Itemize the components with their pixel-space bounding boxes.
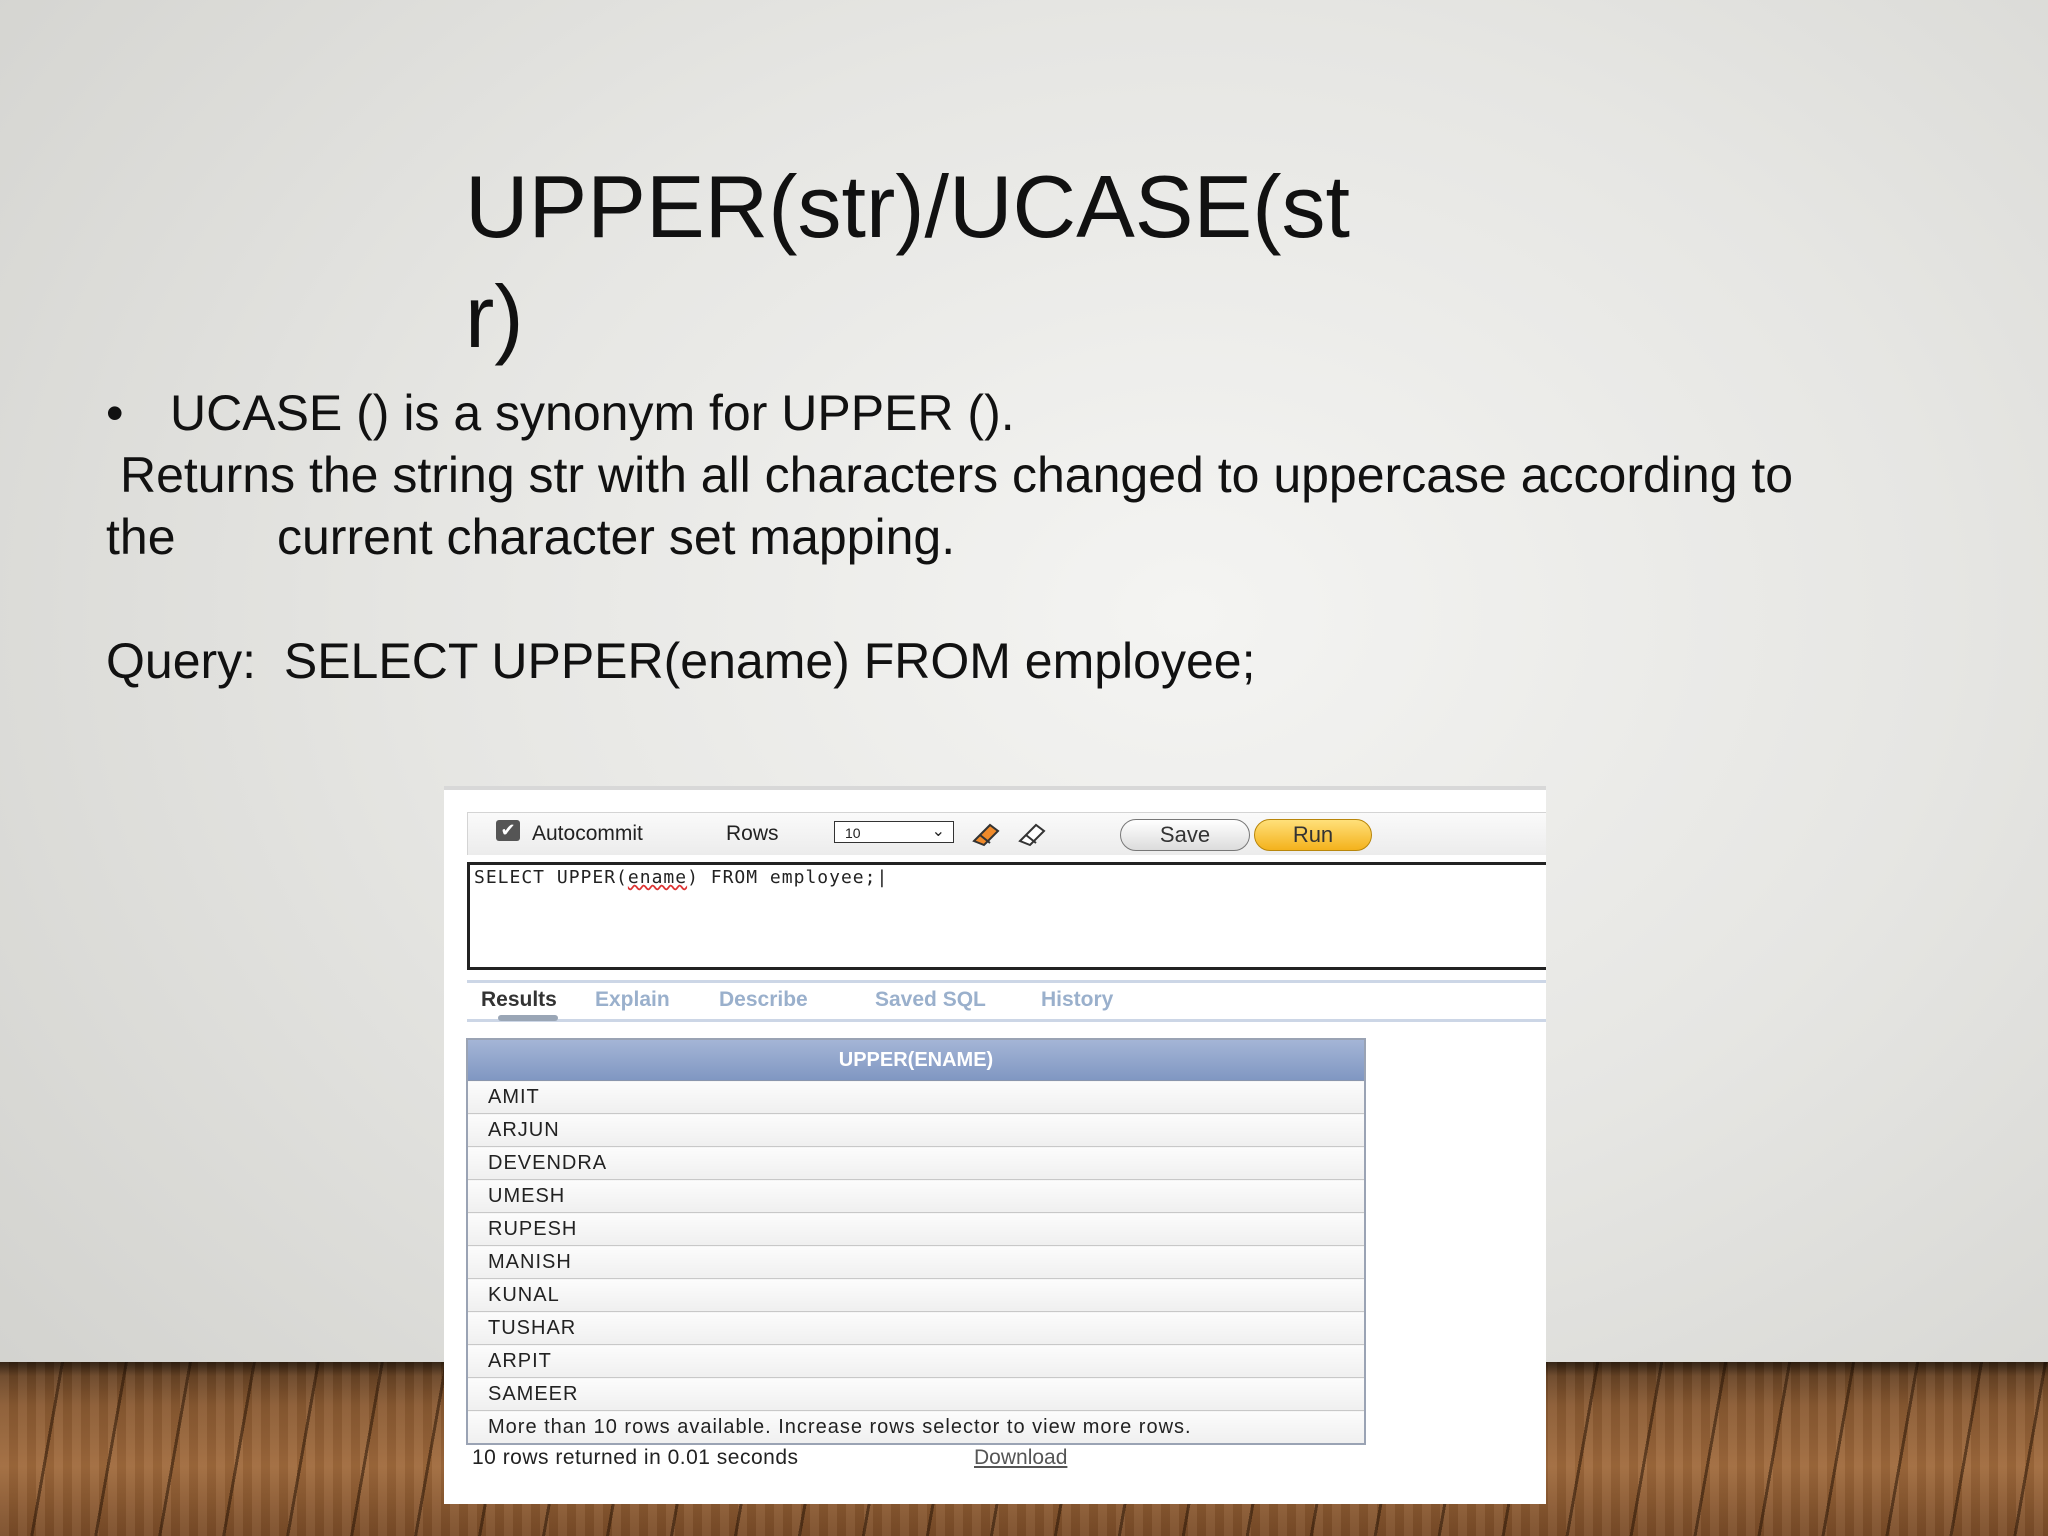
sql-editor[interactable]: SELECT UPPER(ename) FROM employee;| xyxy=(467,862,1546,970)
query-label: Query: xyxy=(106,633,257,689)
table-row: TUSHAR xyxy=(467,1311,1365,1345)
rows-select[interactable]: 10 ⌄ xyxy=(834,821,954,843)
tab-results[interactable]: Results xyxy=(481,988,557,1012)
autocommit-checkbox[interactable]: ✔ xyxy=(496,820,520,841)
sql-workshop-screenshot: ✔ Autocommit Rows 10 ⌄ Save Run SELECT U… xyxy=(444,786,1546,1504)
tab-describe[interactable]: Describe xyxy=(719,988,808,1012)
bullet-marker: • xyxy=(106,385,124,441)
table-cell: TUSHAR xyxy=(467,1311,1365,1345)
clear-icon[interactable] xyxy=(1016,819,1050,847)
tab-explain[interactable]: Explain xyxy=(595,988,670,1012)
table-cell: ARPIT xyxy=(467,1344,1365,1378)
table-row: MANISH xyxy=(467,1245,1365,1279)
table-cell: DEVENDRA xyxy=(467,1146,1365,1180)
table-cell: ARJUN xyxy=(467,1113,1365,1147)
description-line-2-start: the xyxy=(106,509,176,565)
download-link[interactable]: Download xyxy=(974,1446,1067,1470)
query-line: Query: SELECT UPPER(ename) FROM employee… xyxy=(106,630,1906,692)
sql-toolbar: ✔ Autocommit Rows 10 ⌄ Save Run xyxy=(467,812,1546,855)
rows-select-value: 10 xyxy=(845,825,861,841)
table-row: SAMEER xyxy=(467,1377,1365,1411)
more-rows-message-row: More than 10 rows available. Increase ro… xyxy=(467,1410,1365,1445)
chevron-down-icon: ⌄ xyxy=(931,823,945,840)
table-cell: RUPESH xyxy=(467,1212,1365,1246)
description-line-2-rest: current character set mapping. xyxy=(277,509,956,565)
save-button[interactable]: Save xyxy=(1120,819,1250,851)
run-button[interactable]: Run xyxy=(1254,819,1372,851)
tab-history[interactable]: History xyxy=(1041,988,1113,1012)
slide-title: UPPER(str)/UCASE(str) xyxy=(465,157,1350,366)
autocommit-label: Autocommit xyxy=(532,822,643,845)
active-tab-indicator xyxy=(498,1015,558,1021)
description-line-1: Returns the string str with all characte… xyxy=(120,447,1794,503)
table-cell: UMESH xyxy=(467,1179,1365,1213)
sql-text-end: ) FROM employee; xyxy=(687,867,877,888)
query-text: SELECT UPPER(ename) FROM employee; xyxy=(283,633,1256,689)
description-line-2: the current character set mapping. xyxy=(106,506,1906,568)
slide-body: • UCASE () is a synonym for UPPER (). Re… xyxy=(106,382,1906,692)
results-tabs: Results Explain Describe Saved SQL Histo… xyxy=(467,980,1546,1022)
table-cell: AMIT xyxy=(467,1080,1365,1114)
sql-misspelled-word: ename xyxy=(627,867,688,888)
eraser-icon[interactable] xyxy=(970,819,1004,847)
table-row: UMESH xyxy=(467,1179,1365,1213)
table-row: AMIT xyxy=(467,1080,1365,1114)
table-cell: SAMEER xyxy=(467,1377,1365,1411)
table-row: KUNAL xyxy=(467,1278,1365,1312)
table-row: ARJUN xyxy=(467,1113,1365,1147)
tab-saved-sql[interactable]: Saved SQL xyxy=(875,988,986,1012)
results-table: UPPER(ENAME) AMIT ARJUN DEVENDRA UMESH R… xyxy=(466,1038,1366,1445)
table-cell: MANISH xyxy=(467,1245,1365,1279)
table-row: ARPIT xyxy=(467,1344,1365,1378)
column-header[interactable]: UPPER(ENAME) xyxy=(467,1039,1365,1081)
table-row: DEVENDRA xyxy=(467,1146,1365,1180)
rows-label: Rows xyxy=(726,822,779,845)
more-rows-message: More than 10 rows available. Increase ro… xyxy=(467,1410,1365,1445)
bullet-line: • UCASE () is a synonym for UPPER (). xyxy=(106,382,1906,444)
text-cursor: | xyxy=(876,867,889,888)
bullet-text: UCASE () is a synonym for UPPER (). xyxy=(170,385,1015,441)
sql-text-start: SELECT UPPER( xyxy=(474,867,628,888)
table-row: RUPESH xyxy=(467,1212,1365,1246)
results-summary: 10 rows returned in 0.01 seconds xyxy=(472,1446,799,1469)
panel-divider xyxy=(444,786,1546,790)
table-cell: KUNAL xyxy=(467,1278,1365,1312)
